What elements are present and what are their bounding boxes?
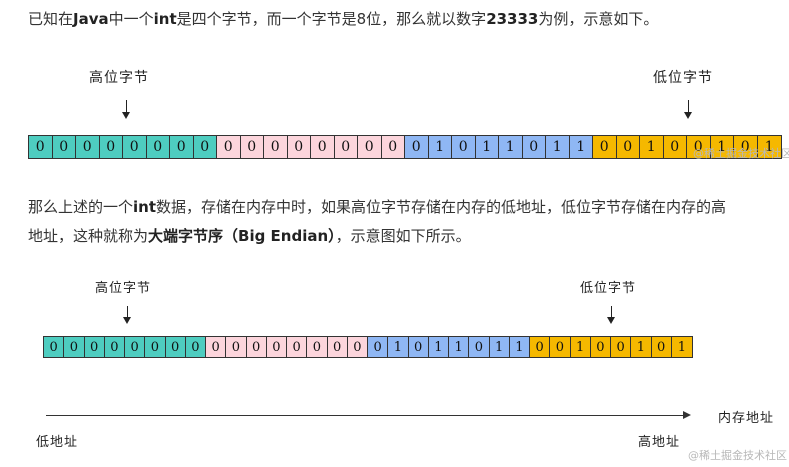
bit-cell: 1 bbox=[631, 337, 652, 357]
bit-cell: 0 bbox=[44, 337, 65, 357]
bit-cell: 0 bbox=[287, 337, 308, 357]
bit-row-1: 00000000000000000101101100100101 bbox=[28, 135, 782, 159]
bit-cell: 1 bbox=[640, 136, 664, 158]
explanation-text-2: 数据，存储在内存中时，如果高位字节存储在内存的低地址，低位字节存储在内存的高 bbox=[156, 198, 727, 216]
bit-cell: 0 bbox=[217, 136, 241, 158]
intro-number: 23333 bbox=[486, 10, 539, 28]
explanation-int: int bbox=[133, 198, 157, 216]
bit-cell: 0 bbox=[311, 136, 335, 158]
bit-cell: 1 bbox=[475, 136, 499, 158]
bit-cell: 0 bbox=[226, 337, 247, 357]
bit-cell: 0 bbox=[123, 136, 147, 158]
watermark-2: @稀土掘金技术社区 bbox=[688, 449, 787, 462]
low-address-label: 低地址 bbox=[36, 435, 79, 450]
bit-cell: 0 bbox=[240, 136, 264, 158]
intro-text-3: 是四个字节，而一个字节是8位，那么就以数字 bbox=[176, 10, 487, 28]
low-byte-label-1: 低位字节 bbox=[653, 70, 713, 86]
bit-cell: 0 bbox=[469, 337, 490, 357]
bit-cell: 0 bbox=[99, 136, 123, 158]
bit-cell: 0 bbox=[52, 136, 76, 158]
explanation-text-1: 那么上述的一个 bbox=[28, 198, 134, 216]
axis-arrowhead bbox=[683, 411, 691, 419]
bit-cell: 1 bbox=[428, 337, 449, 357]
bit-cell: 1 bbox=[489, 337, 510, 357]
bit-cell: 1 bbox=[388, 337, 409, 357]
high-address-label: 高地址 bbox=[638, 435, 681, 450]
bit-cell: 0 bbox=[522, 136, 546, 158]
intro-java: Java bbox=[73, 10, 109, 28]
bit-cell: 0 bbox=[165, 337, 186, 357]
bit-row-2: 00000000000000000101101100100101 bbox=[43, 336, 693, 358]
bit-cell: 0 bbox=[550, 337, 571, 357]
bit-cell: 0 bbox=[145, 337, 166, 357]
high-byte-label-2: 高位字节 bbox=[95, 281, 152, 296]
bit-cell: 0 bbox=[452, 136, 476, 158]
explanation-line-2: 地址，这种就称为大端字节序（Big Endian），示意图如下所示。 bbox=[28, 225, 471, 247]
bit-cell: 1 bbox=[499, 136, 523, 158]
intro-int: int bbox=[153, 10, 177, 28]
bit-cell: 1 bbox=[569, 136, 593, 158]
bit-cell: 0 bbox=[347, 337, 368, 357]
bit-cell: 0 bbox=[76, 136, 100, 158]
bit-cell: 0 bbox=[368, 337, 389, 357]
bit-cell: 0 bbox=[125, 337, 146, 357]
bit-cell: 1 bbox=[509, 337, 530, 357]
memory-address-label: 内存地址 bbox=[718, 411, 775, 426]
intro-text-1: 已知在 bbox=[28, 10, 74, 28]
big-endian-term: 大端字节序（Big Endian） bbox=[148, 227, 336, 245]
explanation-text-3: 地址，这种就称为 bbox=[28, 227, 149, 245]
bit-cell: 0 bbox=[381, 136, 405, 158]
bit-cell: 0 bbox=[185, 337, 206, 357]
bit-cell: 1 bbox=[546, 136, 570, 158]
bit-cell: 0 bbox=[264, 136, 288, 158]
bit-cell: 0 bbox=[29, 136, 53, 158]
bit-cell: 0 bbox=[334, 136, 358, 158]
bit-cell: 0 bbox=[206, 337, 227, 357]
bit-cell: 0 bbox=[405, 136, 429, 158]
explanation-line-1: 那么上述的一个int数据，存储在内存中时，如果高位字节存储在内存的低地址，低位字… bbox=[28, 196, 726, 218]
intro-text-2: 中一个 bbox=[108, 10, 154, 28]
bit-cell: 0 bbox=[327, 337, 348, 357]
explanation-text-4: ，示意图如下所示。 bbox=[335, 227, 471, 245]
intro-text-4: 为例，示意如下。 bbox=[538, 10, 659, 28]
high-byte-label-1: 高位字节 bbox=[89, 70, 149, 86]
intro-paragraph: 已知在Java中一个int是四个字节，而一个字节是8位，那么就以数字23333为… bbox=[28, 8, 658, 30]
bit-cell: 0 bbox=[246, 337, 267, 357]
bit-cell: 0 bbox=[530, 337, 551, 357]
low-byte-label-2: 低位字节 bbox=[580, 281, 637, 296]
bit-cell: 0 bbox=[590, 337, 611, 357]
bit-cell: 1 bbox=[449, 337, 470, 357]
memory-address-axis bbox=[46, 415, 684, 416]
bit-cell: 0 bbox=[146, 136, 170, 158]
bit-cell: 0 bbox=[307, 337, 328, 357]
bit-cell: 0 bbox=[408, 337, 429, 357]
bit-cell: 0 bbox=[287, 136, 311, 158]
bit-cell: 0 bbox=[104, 337, 125, 357]
bit-cell: 0 bbox=[64, 337, 85, 357]
bit-cell: 0 bbox=[651, 337, 672, 357]
bit-cell: 0 bbox=[616, 136, 640, 158]
bit-cell: 0 bbox=[358, 136, 382, 158]
bit-cell: 0 bbox=[593, 136, 617, 158]
bit-cell: 0 bbox=[193, 136, 217, 158]
watermark-1: @稀土掘金技术社区 bbox=[693, 147, 789, 160]
bit-cell: 1 bbox=[671, 337, 692, 357]
bit-cell: 0 bbox=[266, 337, 287, 357]
bit-cell: 1 bbox=[428, 136, 452, 158]
bit-cell: 0 bbox=[663, 136, 687, 158]
bit-cell: 0 bbox=[611, 337, 632, 357]
bit-cell: 0 bbox=[170, 136, 194, 158]
bit-cell: 0 bbox=[84, 337, 105, 357]
bit-cell: 1 bbox=[570, 337, 591, 357]
